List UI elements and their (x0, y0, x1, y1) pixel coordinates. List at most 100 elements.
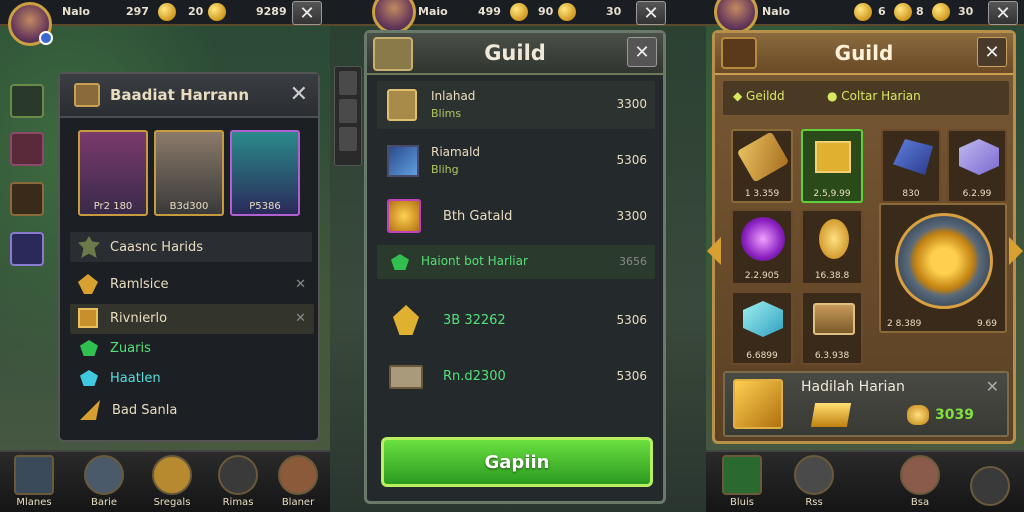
avatar[interactable] (8, 2, 53, 46)
close-button[interactable]: ✕ (988, 1, 1018, 25)
item-slot[interactable]: 6.2.99 (947, 129, 1007, 203)
item-name: Rn.d2300 (443, 369, 506, 384)
close-icon[interactable]: ✕ (986, 377, 999, 396)
reward-value: 3039 (935, 407, 974, 423)
list-item[interactable]: 3B 32262 5306 (377, 299, 655, 343)
item-label: 830 (902, 189, 920, 199)
resource-value: 30 (606, 5, 622, 18)
tab-collection[interactable]: ● Coltar Harian (827, 89, 921, 103)
list-item[interactable]: Rn.d2300 5306 (377, 355, 655, 399)
dialog-header: Baadiat Harrann ✕ (60, 74, 318, 118)
hero-card[interactable]: P5386 (230, 130, 300, 216)
bottom-nav: Mlanes Barie Sregals Rimas Blaner (0, 450, 330, 512)
nav-label: Bsa (910, 497, 930, 508)
list-item[interactable]: Zuaris (80, 340, 151, 356)
tab-guild[interactable]: ◆ Geildd (733, 89, 785, 103)
list-item[interactable]: Bad Sanla (80, 400, 177, 420)
list-item[interactable]: Bth Gatald 3300 (377, 193, 655, 241)
list-item[interactable]: Rivnierlo ✕ (78, 308, 310, 328)
treasure-chest-icon (813, 303, 855, 335)
item-label: 6.2.99 (962, 189, 992, 199)
nav-item[interactable] (962, 466, 1018, 508)
item-slot[interactable]: 830 (881, 129, 941, 203)
gain-button-label: Gapiin (484, 451, 550, 473)
side-button-gem[interactable] (10, 232, 44, 266)
nav-item[interactable]: Sregals (144, 455, 200, 508)
side-button-map[interactable] (10, 84, 44, 118)
list-item-highlight[interactable]: Haiont bot Harliar 3656 (377, 245, 655, 279)
side-tab[interactable] (339, 127, 357, 151)
item-value: 3300 (616, 97, 647, 111)
close-button[interactable]: ✕ (636, 1, 666, 25)
item-slot[interactable]: 2.2.905 (731, 209, 793, 285)
item-label: 16.38.8 (814, 271, 850, 281)
item-slot[interactable]: 6.6899 (731, 291, 793, 365)
remove-icon[interactable]: ✕ (295, 277, 306, 292)
helmet-icon (84, 455, 124, 495)
back-button[interactable] (373, 37, 413, 71)
item-slot[interactable]: 16.38.8 (801, 209, 863, 285)
player-name: Nalo (62, 5, 90, 18)
close-button[interactable]: ✕ (977, 37, 1007, 67)
close-button[interactable]: ✕ (292, 1, 322, 25)
gold-nugget-icon (907, 405, 929, 425)
side-button-battle[interactable] (10, 182, 44, 216)
item-slot[interactable]: 6.3.938 (801, 291, 863, 365)
nav-item[interactable]: Barie (76, 455, 132, 508)
chest-icon (387, 89, 417, 121)
nav-item[interactable]: Rss (786, 455, 842, 508)
guild-emblem-icon (895, 213, 993, 309)
middle-panel: Maio 499 90 30 ✕ Guild ✕ Inlahad Blims 3… (330, 0, 706, 512)
featured-item-slot[interactable]: 2 8.389 9.69 (879, 203, 1007, 333)
gold-medal-icon (387, 199, 421, 233)
item-value: 3656 (619, 255, 647, 268)
reward-panel: Hadilah Harian 3039 ✕ (723, 371, 1009, 437)
gain-button[interactable]: Gapiin (381, 437, 653, 487)
item-slot[interactable]: 2.5,9.99 (801, 129, 863, 203)
resource-value: 9289 (256, 5, 287, 18)
side-button-hero[interactable] (10, 132, 44, 166)
nav-item[interactable]: Blaner (270, 455, 326, 508)
hero-card[interactable]: Pr2 180 (78, 130, 148, 216)
back-button[interactable] (721, 37, 757, 69)
list-item-label: Zuaris (110, 340, 151, 356)
reward-title: Hadilah Harian (801, 379, 905, 395)
close-icon[interactable]: ✕ (290, 82, 308, 107)
nav-item[interactable]: Bluis (714, 455, 770, 508)
remove-icon[interactable]: ✕ (295, 311, 306, 326)
scroll-icon (733, 379, 783, 429)
dialog-title: Guild (834, 41, 894, 65)
sword-icon (794, 455, 834, 495)
side-tabs (334, 66, 362, 166)
gold-coin-icon (932, 3, 950, 21)
side-tab[interactable] (339, 99, 357, 123)
list-item[interactable]: Inlahad Blims 3300 (377, 81, 655, 129)
item-sub: Blihg (431, 163, 459, 176)
close-button[interactable]: ✕ (627, 37, 657, 67)
cyan-cube-icon (743, 301, 783, 337)
item-slot[interactable]: 1 3.359 (731, 129, 793, 203)
list-item-label: Ramlsice (110, 276, 169, 292)
list-item[interactable]: Ramlsice ✕ (78, 274, 310, 294)
list-item[interactable]: Riamald Blihg 5306 (377, 137, 655, 185)
resource-value: 297 (126, 5, 149, 18)
guild-dialog: Guild ✕ Inlahad Blims 3300 Riamald Blihg… (364, 30, 666, 504)
tab-label: Geildd (746, 89, 785, 103)
gear-icon (78, 236, 100, 258)
dialog-header: Guild ✕ (367, 33, 663, 75)
coin-icon (152, 455, 192, 495)
sword-icon (387, 145, 419, 177)
sword-icon (218, 455, 258, 495)
nav-item[interactable]: Mlanes (6, 455, 62, 508)
nav-label: Blaner (281, 497, 315, 508)
hero-card[interactable]: B3d300 (154, 130, 224, 216)
side-tab[interactable] (339, 71, 357, 95)
list-item[interactable]: Haatlen (80, 370, 161, 386)
nav-item[interactable]: Bsa (892, 455, 948, 508)
item-name: Haiont bot Harliar (421, 254, 528, 268)
list-item-label: Haatlen (110, 370, 161, 386)
list-item[interactable]: Caasnc Harids (78, 236, 203, 258)
item-label: 9.69 (976, 319, 997, 329)
nav-item[interactable]: Rimas (210, 455, 266, 508)
item-value: 5306 (616, 369, 647, 383)
